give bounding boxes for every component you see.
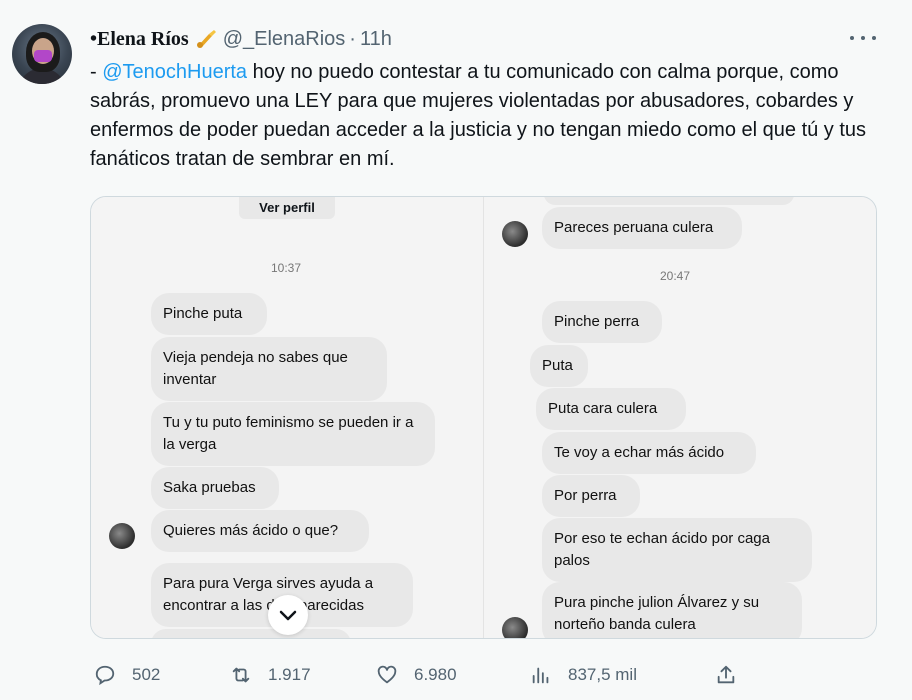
message-bubble: Quieres más ácido o que? [151,510,369,552]
mention-link[interactable]: @TenochHuerta [102,61,247,83]
more-icon[interactable] [850,30,876,46]
chevron-down-icon[interactable] [268,595,308,635]
tweet-text: - @TenochHuerta hoy no puedo contestar a… [90,58,890,174]
message-bubble-partial [151,629,351,638]
screenshot-left: Ver perfil 10:37 Pinche puta Vieja pende… [91,197,483,638]
sender-avatar [502,221,528,247]
timestamp-right: 20:47 [660,269,691,283]
message-bubble: Por eso te echan ácido por caga palos [542,518,812,582]
heart-icon [377,665,397,684]
reply-count: 502 [132,665,161,684]
text-prefix: - [90,61,103,83]
like-count: 6.980 [414,665,457,684]
sender-avatar [502,617,528,638]
reply-icon [95,665,115,686]
message-bubble: Por perra [542,475,640,517]
author-name[interactable]: •Elena Ríos [90,28,189,51]
share-button[interactable] [715,655,753,695]
sender-avatar [109,523,135,549]
author-handle[interactable]: @_ElenaRios [223,28,346,51]
message-bubble: Pinche puta [151,293,267,335]
reply-button[interactable]: 502 [94,655,160,695]
message-bubble: Pura pinche julion Álvarez y su norteño … [542,582,802,638]
action-bar: 502 1.917 6.980 837,5 mil [90,655,890,695]
views-count: 837,5 mil [568,665,637,684]
message-bubble: Te voy a echar más ácido [542,432,756,474]
retweet-count: 1.917 [268,665,311,684]
timestamp-left: 10:37 [271,261,302,275]
tweet-header: •Elena Ríos @_ElenaRios · 11h [90,26,392,52]
screenshot-right: Pareces peruana culera 20:47 Pinche perr… [484,197,876,638]
share-icon [717,665,735,684]
message-bubble: Pareces peruana culera [542,207,742,249]
tweet[interactable]: •Elena Ríos @_ElenaRios · 11h - @TenochH… [0,0,912,700]
saxophone-emoji-icon [195,29,217,49]
message-bubble: Vieja pendeja no sabes que inventar [151,337,387,401]
tweet-time[interactable]: 11h [360,28,392,51]
ver-perfil-button: Ver perfil [239,197,335,219]
like-button[interactable]: 6.980 [376,655,457,695]
message-bubble: Puta cara culera [536,388,686,430]
avatar[interactable] [12,24,72,84]
views-icon [532,667,549,684]
views-button[interactable]: 837,5 mil [530,655,637,695]
separator-dot: · [349,27,356,50]
message-bubble: Saka pruebas [151,467,279,509]
tweet-media[interactable]: Ver perfil 10:37 Pinche puta Vieja pende… [90,196,877,639]
retweet-icon [232,667,250,683]
retweet-button[interactable]: 1.917 [230,655,311,695]
message-bubble: Pinche perra [542,301,662,343]
message-bubble: Tu y tu puto feminismo se pueden ir a la… [151,402,435,466]
cropped-bubble [544,197,794,205]
message-bubble: Puta [530,345,588,387]
